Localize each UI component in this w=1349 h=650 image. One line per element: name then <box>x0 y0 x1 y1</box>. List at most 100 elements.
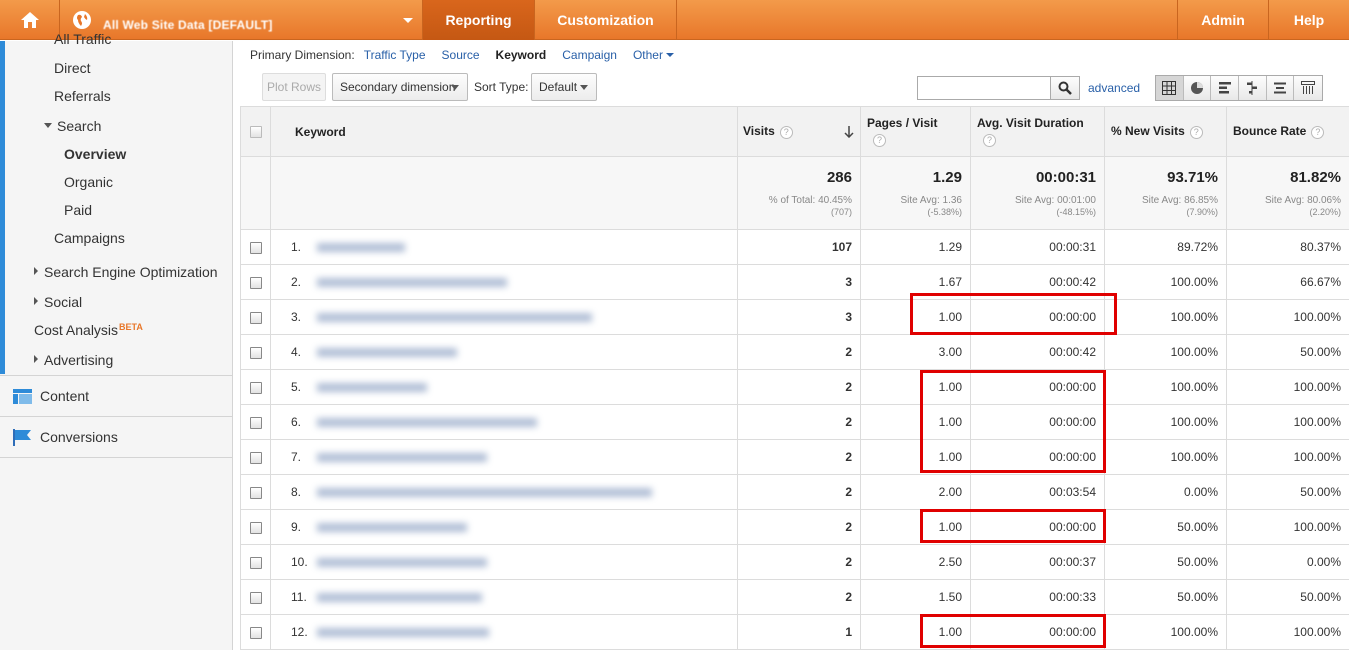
home-icon <box>20 12 39 28</box>
keyword-cell[interactable]: 5. <box>270 369 738 405</box>
keyword-cell[interactable]: 9. <box>270 509 738 545</box>
tab-admin[interactable]: Admin <box>1177 0 1269 40</box>
dimension-keyword[interactable]: Keyword <box>496 48 547 62</box>
term-cloud-icon <box>1274 82 1287 94</box>
view-pivot-button[interactable] <box>1294 76 1322 100</box>
dimension-other[interactable]: Other <box>633 48 674 62</box>
select-all-checkbox[interactable] <box>249 126 262 139</box>
table-row[interactable]: 3. 3 1.00 00:00:00 100.00% 100.00% <box>240 299 1349 335</box>
keyword-cell[interactable]: 3. <box>270 299 738 335</box>
sidebar-item-campaigns[interactable]: Campaigns <box>54 230 125 246</box>
table-row[interactable]: 9. 2 1.00 00:00:00 50.00% 100.00% <box>240 509 1349 545</box>
keyword-cell[interactable]: 2. <box>270 264 738 300</box>
column-header-avg-duration[interactable]: Avg. Visit Duration? <box>970 106 1105 157</box>
row-checkbox[interactable] <box>249 241 262 254</box>
dimension-campaign[interactable]: Campaign <box>562 48 617 62</box>
row-checkbox[interactable] <box>249 486 262 499</box>
table-row[interactable]: 1. 107 1.29 00:00:31 89.72% 80.37% <box>240 229 1349 265</box>
table-row[interactable]: 5. 2 1.00 00:00:00 100.00% 100.00% <box>240 369 1349 405</box>
comparison-icon <box>1247 81 1258 95</box>
sidebar-item-organic[interactable]: Organic <box>64 174 113 190</box>
bounce-rate-cell: 100.00% <box>1226 369 1349 405</box>
view-performance-button[interactable] <box>1211 76 1240 100</box>
table-row[interactable]: 12. 1 1.00 00:00:00 100.00% 100.00% <box>240 614 1349 650</box>
sidebar-section-conversions[interactable]: Conversions <box>0 417 232 457</box>
keyword-cell[interactable]: 4. <box>270 334 738 370</box>
dimension-traffic-type[interactable]: Traffic Type <box>364 48 426 62</box>
help-icon[interactable]: ? <box>983 134 996 147</box>
sidebar-item-all-traffic[interactable]: All Traffic <box>54 31 111 47</box>
tab-customization[interactable]: Customization <box>535 0 677 40</box>
tab-help[interactable]: Help <box>1269 0 1349 40</box>
table-row[interactable]: 8. 2 2.00 00:03:54 0.00% 50.00% <box>240 474 1349 510</box>
help-icon[interactable]: ? <box>1189 125 1203 139</box>
help-icon[interactable]: ? <box>779 125 793 139</box>
advanced-filter-link[interactable]: advanced <box>1088 81 1140 95</box>
table-row[interactable]: 6. 2 1.00 00:00:00 100.00% 100.00% <box>240 404 1349 440</box>
pages-visit-cell: 1.00 <box>860 509 971 545</box>
tab-reporting[interactable]: Reporting <box>423 0 535 40</box>
table-row[interactable]: 11. 2 1.50 00:00:33 50.00% 50.00% <box>240 579 1349 615</box>
row-checkbox[interactable] <box>249 556 262 569</box>
sidebar-item-advertising[interactable]: Advertising <box>34 352 113 368</box>
sidebar-section-content[interactable]: Content <box>0 376 232 416</box>
column-header-keyword[interactable]: Keyword <box>270 106 738 157</box>
view-term-cloud-button[interactable] <box>1267 76 1295 100</box>
table-row[interactable]: 7. 2 1.00 00:00:00 100.00% 100.00% <box>240 439 1349 475</box>
column-header-bounce-rate[interactable]: Bounce Rate? <box>1226 106 1349 157</box>
table-row[interactable]: 4. 2 3.00 00:00:42 100.00% 50.00% <box>240 334 1349 370</box>
keyword-cell[interactable]: 12. <box>270 614 738 650</box>
row-checkbox[interactable] <box>249 521 262 534</box>
view-comparison-button[interactable] <box>1239 76 1267 100</box>
row-checkbox[interactable] <box>249 416 262 429</box>
sidebar-item-paid[interactable]: Paid <box>64 202 92 218</box>
sidebar-item-direct[interactable]: Direct <box>54 60 91 76</box>
sidebar-item-social[interactable]: Social <box>34 294 82 310</box>
secondary-dimension-dropdown[interactable]: Secondary dimension <box>332 73 468 101</box>
column-header-new-visits[interactable]: % New Visits? <box>1104 106 1227 157</box>
row-checkbox[interactable] <box>249 346 262 359</box>
view-table-button[interactable] <box>1156 76 1184 100</box>
column-header-label: Visits <box>743 124 775 139</box>
help-icon[interactable]: ? <box>873 134 886 147</box>
help-icon[interactable]: ? <box>1311 125 1325 139</box>
new-visits-cell: 50.00% <box>1104 544 1227 580</box>
keyword-cell[interactable]: 7. <box>270 439 738 475</box>
table-row[interactable]: 10. 2 2.50 00:00:37 50.00% 0.00% <box>240 544 1349 580</box>
row-checkbox[interactable] <box>249 381 262 394</box>
row-number: 5. <box>291 380 302 394</box>
keyword-cell[interactable]: 11. <box>270 579 738 615</box>
table-row[interactable]: 2. 3 1.67 00:00:42 100.00% 66.67% <box>240 264 1349 300</box>
column-header-label: Keyword <box>295 124 346 139</box>
keyword-cell[interactable]: 6. <box>270 404 738 440</box>
avg-duration-cell: 00:00:00 <box>970 299 1105 335</box>
row-checkbox[interactable] <box>249 276 262 289</box>
view-pie-button[interactable] <box>1184 76 1212 100</box>
sidebar-item-search[interactable]: Search <box>44 118 101 134</box>
totals-subtext: % of Total: 40.45% <box>768 195 852 206</box>
search-button[interactable] <box>1051 76 1080 100</box>
keyword-cell[interactable]: 8. <box>270 474 738 510</box>
sidebar-item-seo[interactable]: Search Engine Optimization <box>34 264 218 280</box>
row-checkbox[interactable] <box>249 626 262 639</box>
column-header-visits[interactable]: Visits? <box>737 106 861 157</box>
sidebar-item-cost-analysis[interactable]: Cost AnalysisBETA <box>34 322 143 338</box>
sidebar-item-overview[interactable]: Overview <box>64 146 126 162</box>
sidebar-item-referrals[interactable]: Referrals <box>54 88 111 104</box>
row-checkbox[interactable] <box>249 591 262 604</box>
row-checkbox[interactable] <box>249 451 262 464</box>
plot-rows-button[interactable]: Plot Rows <box>262 73 326 101</box>
column-header-pages-visit[interactable]: Pages / Visit? <box>860 106 971 157</box>
table-search-input[interactable] <box>917 76 1051 100</box>
row-number: 4. <box>291 345 302 359</box>
account-selector[interactable]: All Web Site Data [DEFAULT] <box>61 0 423 40</box>
row-checkbox[interactable] <box>249 311 262 324</box>
home-button[interactable] <box>0 0 60 40</box>
sort-type-dropdown[interactable]: Default <box>531 73 597 101</box>
pages-visit-cell: 1.29 <box>860 229 971 265</box>
keyword-cell[interactable]: 1. <box>270 229 738 265</box>
select-all-cell <box>240 106 271 157</box>
sidebar-accent <box>0 41 5 374</box>
dimension-source[interactable]: Source <box>442 48 480 62</box>
keyword-cell[interactable]: 10. <box>270 544 738 580</box>
